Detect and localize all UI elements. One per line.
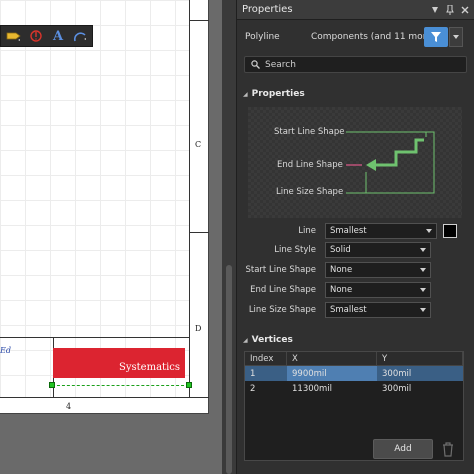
chevron-down-icon xyxy=(420,248,426,252)
active-bar: A xyxy=(0,25,93,47)
table-row[interactable]: 2 11300mil 300mil xyxy=(245,381,463,396)
prop-row-line-style: Line Style Solid xyxy=(236,241,474,260)
place-tag-icon[interactable] xyxy=(5,28,23,44)
prop-label-line-style: Line Style xyxy=(274,245,316,255)
place-arc-icon[interactable] xyxy=(71,28,89,44)
schematic-sheet[interactable]: C D 4 Ed Systematics xyxy=(0,0,209,414)
prop-label-line: Line xyxy=(298,226,316,236)
line-width-select[interactable]: Smallest xyxy=(325,223,437,239)
polyline-vertex-handle-1[interactable] xyxy=(49,382,55,388)
vertex-x-cell[interactable]: 11300mil xyxy=(287,381,377,396)
panel-title: Properties xyxy=(242,4,293,15)
object-type-label: Polyline xyxy=(245,32,280,42)
vertices-table-header: Index X Y xyxy=(245,352,463,366)
start-line-shape-select[interactable]: None xyxy=(325,262,431,278)
selection-filter-button[interactable] xyxy=(424,27,448,47)
properties-section-header[interactable]: ◢ Properties xyxy=(237,87,474,101)
panel-header: Properties xyxy=(237,0,474,20)
vertex-y-cell[interactable]: 300mil xyxy=(377,366,463,381)
schematic-canvas[interactable]: C D 4 Ed Systematics A xyxy=(0,0,222,474)
title-block[interactable]: Systematics xyxy=(53,348,185,378)
place-port-icon[interactable] xyxy=(27,28,45,44)
vertex-index-cell[interactable]: 2 xyxy=(245,381,287,396)
collapse-triangle-icon: ◢ xyxy=(243,336,248,344)
zone-divider-top xyxy=(189,20,209,21)
title-block-company: Systematics xyxy=(119,362,180,373)
properties-section-title: Properties xyxy=(251,89,305,99)
sheet-border-right xyxy=(189,0,190,397)
search-input[interactable] xyxy=(265,59,455,70)
chevron-down-icon xyxy=(420,288,426,292)
title-block-stub-text: Ed xyxy=(0,346,11,355)
title-block-top-line xyxy=(0,337,189,338)
prop-label-line-size-shape: Line Size Shape xyxy=(248,305,316,315)
vertices-section-header[interactable]: ◢ Vertices xyxy=(237,333,474,347)
column-header-y[interactable]: Y xyxy=(377,352,463,365)
zone-label-c: C xyxy=(195,140,202,149)
filter-icon xyxy=(431,32,441,42)
prop-row-end-line-shape: End Line Shape None xyxy=(236,281,474,300)
column-label: 4 xyxy=(66,402,72,411)
prop-label-start-line-shape: Start Line Shape xyxy=(245,265,317,275)
line-style-select[interactable]: Solid xyxy=(325,242,431,258)
polyline-vertex-handle-2[interactable] xyxy=(186,382,192,388)
end-line-shape-select[interactable]: None xyxy=(325,282,431,298)
add-vertex-button[interactable]: Add xyxy=(373,439,433,459)
sheet-border-bottom xyxy=(0,397,209,398)
table-row[interactable]: 1 9900mil 300mil xyxy=(245,366,463,381)
end-line-shape-value: None xyxy=(330,285,353,295)
line-size-shape-select[interactable]: Smallest xyxy=(325,302,431,318)
line-size-shape-value: Smallest xyxy=(330,305,367,315)
collapse-triangle-icon: ◢ xyxy=(243,90,248,98)
filter-dropdown-button[interactable] xyxy=(449,27,463,47)
line-width-value: Smallest xyxy=(330,226,367,236)
prop-row-start-line-shape: Start Line Shape None xyxy=(236,261,474,280)
start-line-shape-value: None xyxy=(330,265,353,275)
vertices-section-title: Vertices xyxy=(251,335,293,345)
line-color-swatch[interactable] xyxy=(443,224,457,238)
chevron-down-icon xyxy=(426,229,432,233)
prop-label-end-line-shape: End Line Shape xyxy=(250,285,316,295)
place-text-icon[interactable]: A xyxy=(49,28,67,44)
close-icon[interactable] xyxy=(459,4,471,16)
preview-line-drawing xyxy=(346,131,435,194)
zone-label-d: D xyxy=(195,324,202,333)
selected-polyline[interactable] xyxy=(52,385,189,386)
maximize-icon[interactable] xyxy=(444,4,456,16)
prop-row-line-size-shape: Line Size Shape Smallest xyxy=(236,301,474,320)
text-tool-glyph: A xyxy=(52,28,64,44)
canvas-scrollbar[interactable] xyxy=(222,0,236,474)
line-style-value: Solid xyxy=(330,245,351,255)
column-header-x[interactable]: X xyxy=(287,352,377,365)
vertex-y-cell[interactable]: 300mil xyxy=(377,381,463,396)
chevron-down-icon xyxy=(453,35,459,39)
trash-icon[interactable] xyxy=(441,441,455,457)
column-header-index[interactable]: Index xyxy=(245,352,287,365)
chevron-down-icon xyxy=(420,308,426,312)
scrollbar-thumb[interactable] xyxy=(226,265,232,474)
chevron-down-icon xyxy=(420,268,426,272)
pin-icon[interactable] xyxy=(429,4,441,16)
line-shape-preview: Start Line Shape End Line Shape Line Siz… xyxy=(248,107,462,218)
zone-divider xyxy=(189,232,209,233)
search-box[interactable] xyxy=(244,56,467,73)
prop-row-line: Line Smallest xyxy=(236,222,474,241)
vertex-index-cell[interactable]: 1 xyxy=(245,366,287,381)
search-icon xyxy=(251,60,260,69)
vertex-x-cell[interactable]: 9900mil xyxy=(287,366,377,381)
